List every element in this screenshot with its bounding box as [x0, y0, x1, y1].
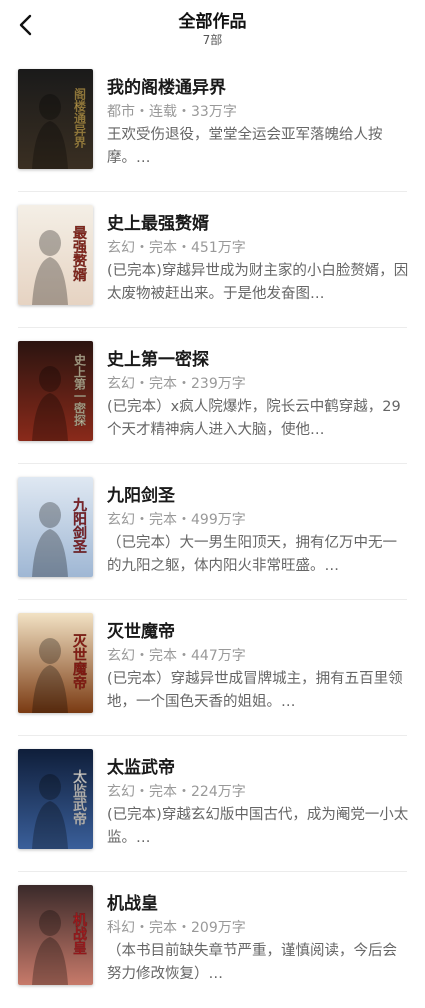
book-item[interactable]: 史上第一密探史上第一密探 玄幻・完本・239万字 (已完本）x疯人院爆炸，院长云中鹤…: [0, 328, 425, 464]
book-item[interactable]: 九阳剑圣九阳剑圣 玄幻・完本・499万字 （已完本）大一男生阳顶天，拥有亿万中无一的…: [0, 464, 425, 600]
book-description: (已完本）穿越异世成冒牌城主，拥有五百里领地，一个国色天香的姐姐。…: [107, 671, 403, 710]
svg-text:界: 界: [74, 135, 86, 150]
book-meta: 玄幻・完本・447万字: [107, 648, 246, 664]
header: 全部作品 7部: [0, 0, 425, 56]
book-cover[interactable]: 九阳剑圣: [18, 477, 93, 577]
book-meta: 都市・连载・33万字: [107, 104, 237, 120]
book-description: （本书目前缺失章节严重，谨慎阅读，今后会努力修改恢复）…: [107, 943, 397, 982]
book-item[interactable]: 机战皇机战皇 科幻・完本・209万字 （本书目前缺失章节严重，谨慎阅读，今后会努力修…: [0, 872, 425, 1008]
svg-text:皇: 皇: [73, 940, 87, 957]
book-title: 史上第一密探: [107, 350, 209, 370]
book-cover[interactable]: 史上第一密探: [18, 341, 93, 441]
book-meta: 玄幻・完本・224万字: [107, 784, 246, 800]
book-cover[interactable]: 太监武帝: [18, 749, 93, 849]
book-description: (已完本）x疯人院爆炸，院长云中鹤穿越，29个天才精神病人进入大脑，使他…: [107, 399, 401, 438]
book-item[interactable]: 最强赘婿史上最强赘婿玄幻・完本・451万字 (已完本)穿越异世成为财主家的小白脸赘…: [0, 192, 425, 328]
book-title: 机战皇: [107, 894, 158, 914]
book-title: 史上最强赘婿: [107, 214, 209, 234]
book-meta: 玄幻・完本・451万字: [107, 240, 246, 256]
cover-art-icon: 史上第一密探: [18, 341, 93, 441]
cover-art-icon: 阁楼通异界: [18, 69, 93, 169]
book-cover[interactable]: 阁楼通异界: [18, 69, 93, 169]
book-cover[interactable]: 机战皇: [18, 885, 93, 985]
book-meta: 玄幻・完本・239万字: [107, 376, 246, 392]
book-cover[interactable]: 灭世魔帝: [18, 613, 93, 713]
svg-text:圣: 圣: [72, 540, 88, 556]
book-description: (已完本)穿越异世成为财主家的小白脸赘婿，因太废物被赶出来。于是他发奋图…: [107, 263, 409, 302]
svg-text:帝: 帝: [73, 675, 87, 692]
book-list: 阁楼通异界我的阁楼通异界都市・连载・33万字王欢受伤退役，堂堂全运会亚军落魄给人…: [0, 56, 425, 1008]
works-count: 7部: [202, 33, 223, 47]
cover-art-icon: 太监武帝: [18, 749, 93, 849]
cover-art-icon: 灭世魔帝: [18, 613, 93, 713]
svg-text:帝: 帝: [73, 811, 87, 828]
svg-text:婿: 婿: [73, 267, 88, 284]
svg-text:探: 探: [74, 413, 86, 428]
book-title: 九阳剑圣: [107, 486, 175, 506]
book-description: (已完本)穿越玄幻版中国古代，成为阉党一小太监。…: [107, 807, 409, 846]
book-item[interactable]: 灭世魔帝灭世魔帝 玄幻・完本・447万字 (已完本）穿越异世成冒牌城主，拥有五百里领…: [0, 600, 425, 736]
cover-art-icon: 最强赘婿: [18, 205, 93, 305]
book-title: 灭世魔帝: [107, 622, 175, 642]
book-title: 太监武帝: [107, 758, 175, 778]
book-title: 我的阁楼通异界: [107, 78, 226, 98]
book-item[interactable]: 太监武帝太监武帝 玄幻・完本・224万字 (已完本)穿越玄幻版中国古代，成为阉党一小…: [0, 736, 425, 872]
book-meta: 科幻・完本・209万字: [107, 920, 246, 936]
cover-art-icon: 九阳剑圣: [18, 477, 93, 577]
book-cover[interactable]: 最强赘婿: [18, 205, 93, 305]
book-item[interactable]: 阁楼通异界我的阁楼通异界都市・连载・33万字王欢受伤退役，堂堂全运会亚军落魄给人…: [0, 56, 425, 192]
book-description: 王欢受伤退役，堂堂全运会亚军落魄给人按摩。…: [107, 127, 383, 166]
book-meta: 玄幻・完本・499万字: [107, 512, 246, 528]
book-description: （已完本）大一男生阳顶天，拥有亿万中无一的九阳之躯，体内阳火非常旺盛。…: [107, 535, 397, 574]
cover-art-icon: 机战皇: [18, 885, 93, 985]
page-title: 全部作品: [178, 12, 247, 32]
